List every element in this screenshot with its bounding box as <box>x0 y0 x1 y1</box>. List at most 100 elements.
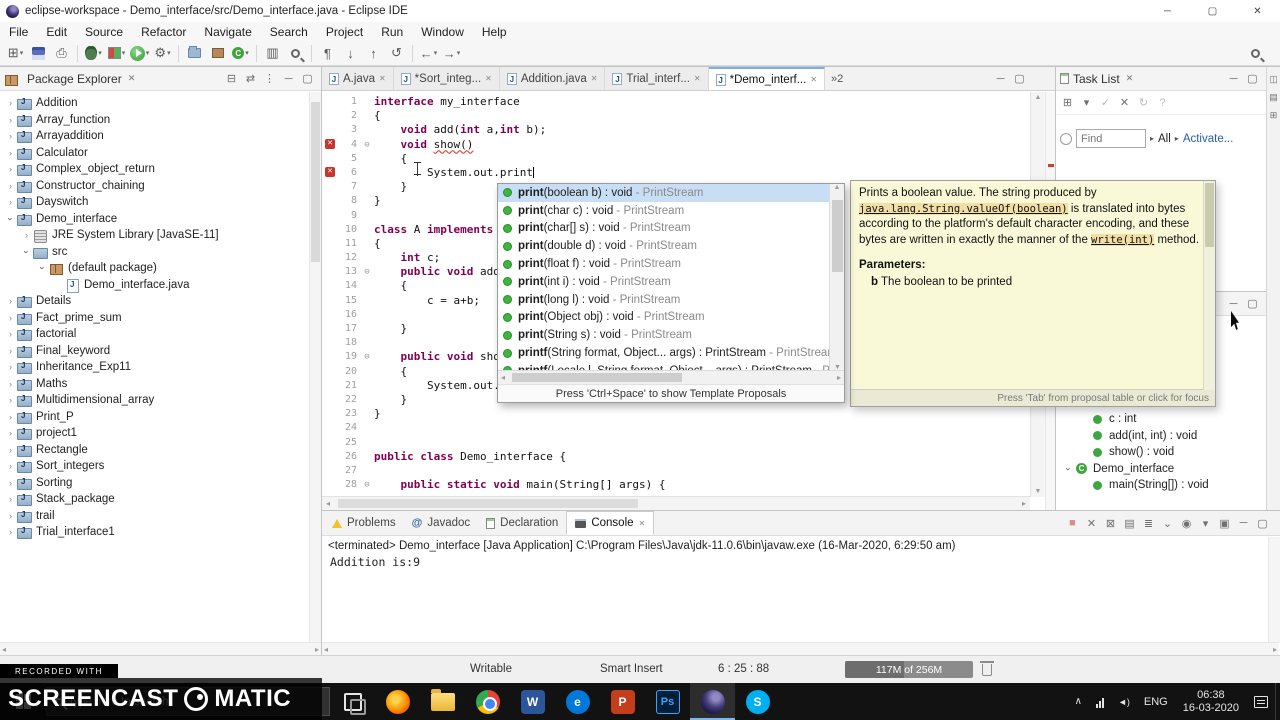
chevron-icon[interactable]: › <box>22 245 32 258</box>
close-icon[interactable]: ✕ <box>810 75 817 84</box>
menu-item-refactor[interactable]: Refactor <box>132 22 195 41</box>
help-icon[interactable]: ? <box>1153 94 1172 112</box>
tree-item-sort-integers[interactable]: ›Sort_integers <box>0 458 321 475</box>
run-icon[interactable]: ▾ <box>129 42 150 64</box>
new-task-dropdown-icon[interactable]: ▾ <box>1077 94 1096 112</box>
chevron-icon[interactable]: › <box>4 115 17 125</box>
link-with-editor-icon[interactable]: ⇄ <box>241 70 260 88</box>
pin-console-icon[interactable]: ◉ <box>1177 514 1196 532</box>
tree-item-array-function[interactable]: ›Array_function <box>0 112 321 129</box>
taskbar-firefox[interactable] <box>375 683 420 720</box>
tree-item-dayswitch[interactable]: ›Dayswitch <box>0 194 321 211</box>
tab-javadoc[interactable]: Javadoc <box>404 511 479 535</box>
completion-item[interactable]: print(char c) : void - PrintStream <box>498 202 829 220</box>
minimize-icon[interactable]: ─ <box>279 70 298 88</box>
find-input[interactable] <box>1076 129 1146 148</box>
new-task-icon[interactable]: ⊞ <box>1058 94 1077 112</box>
open-console-icon[interactable]: ▣ <box>1215 514 1234 532</box>
completion-item[interactable]: print(int i) : void - PrintStream <box>498 273 829 291</box>
tree-item-maths[interactable]: ›Maths <box>0 376 321 393</box>
chevron-icon[interactable]: › <box>4 428 17 438</box>
chevron-icon[interactable]: › <box>4 329 17 339</box>
run-external-tools-icon[interactable]: ⚙ ▾ <box>152 42 173 64</box>
tab-overflow[interactable]: »2 <box>825 73 849 85</box>
fold-icon[interactable]: ⊖ <box>360 265 374 279</box>
maximize-icon[interactable]: ▢ <box>1243 295 1262 313</box>
taskbar-word[interactable]: W <box>510 683 555 720</box>
code-line-24[interactable]: 24 <box>322 421 1055 435</box>
chevron-icon[interactable]: › <box>4 197 17 207</box>
remove-all-launches-icon[interactable]: ⊠ <box>1101 514 1120 532</box>
tree-item-inheritance-exp11[interactable]: ›Inheritance_Exp11 <box>0 359 321 376</box>
garbage-collect-icon[interactable] <box>980 661 994 676</box>
menu-item-file[interactable]: File <box>0 22 37 41</box>
tree-item-demo-interface[interactable]: ›Demo_interface <box>0 211 321 228</box>
javadoc-link-write[interactable]: write(int) <box>1091 233 1155 246</box>
outline-item-show-void[interactable]: show() : void <box>1056 444 1266 461</box>
chevron-icon[interactable]: › <box>4 98 17 108</box>
chevron-icon[interactable]: › <box>4 478 17 488</box>
tab-addition-java[interactable]: Addition.java✕ <box>499 67 606 90</box>
pkg-vertical-scrollbar[interactable] <box>309 92 321 643</box>
tab-console[interactable]: Console ✕ <box>566 511 655 535</box>
completion-item[interactable]: print(String s) : void - PrintStream <box>498 326 829 344</box>
chevron-icon[interactable]: › <box>4 379 17 389</box>
taskbar-file-explorer[interactable] <box>420 683 465 720</box>
code-line-3[interactable]: 3 void add(int a,int b); <box>322 123 1055 137</box>
menu-item-window[interactable]: Window <box>412 22 473 41</box>
code-line-23[interactable]: 23} <box>322 407 1055 421</box>
tree-item-constructor-chaining[interactable]: ›Constructor_chaining <box>0 178 321 195</box>
menu-item-navigate[interactable]: Navigate <box>195 22 260 41</box>
completion-vertical-scrollbar[interactable]: ▲ ▼ <box>829 184 844 371</box>
chevron-icon[interactable]: › <box>4 131 17 141</box>
tree-item-arrayaddition[interactable]: ›Arrayaddition <box>0 128 321 145</box>
network-icon[interactable] <box>1089 683 1111 720</box>
heap-status[interactable]: 117M of 256M <box>845 661 973 678</box>
fold-icon[interactable]: ⊖ <box>360 350 374 364</box>
code-line-25[interactable]: 25 <box>322 436 1055 450</box>
error-marker-icon[interactable] <box>322 138 338 152</box>
tree-item-multidimensional-array[interactable]: ›Multidimensional_array <box>0 392 321 409</box>
chevron-icon[interactable]: › <box>4 527 17 537</box>
display-selected-console-icon[interactable]: ▾ <box>1196 514 1215 532</box>
notification-center-icon[interactable] <box>1247 683 1275 720</box>
tree-item-sorting[interactable]: ›Sorting <box>0 475 321 492</box>
tree-item-calculator[interactable]: ›Calculator <box>0 145 321 162</box>
menu-item-edit[interactable]: Edit <box>37 22 76 41</box>
minimize-icon[interactable]: ─ <box>1224 295 1243 313</box>
error-marker-icon[interactable] <box>322 166 338 180</box>
tab-declaration[interactable]: Declaration <box>478 511 566 535</box>
completion-horizontal-scrollbar[interactable]: ◂ ▸ <box>498 370 844 385</box>
code-line-5[interactable]: 5 { <box>322 152 1055 166</box>
synchronize-icon[interactable]: ↻ <box>1134 94 1153 112</box>
coverage-icon[interactable]: ▾ <box>106 42 127 64</box>
chevron-icon[interactable]: › <box>4 313 17 323</box>
tree-item-jre-system-library-javase-11[interactable]: › JRE System Library [JavaSE-11] <box>0 227 321 244</box>
back-icon[interactable]: ← ▾ <box>418 42 439 64</box>
chevron-icon[interactable]: › <box>4 412 17 422</box>
console-horizontal-scrollbar[interactable]: ◂ ▸ <box>322 642 1279 655</box>
close-icon[interactable]: ✕ <box>128 73 136 84</box>
taskbar-eclipse[interactable] <box>690 683 735 720</box>
taskbar-photoshop[interactable]: Ps <box>645 683 690 720</box>
chevron-icon[interactable]: › <box>4 395 17 405</box>
completion-item[interactable]: printf(String format, Object... args) : … <box>498 344 829 362</box>
menu-item-help[interactable]: Help <box>473 22 516 41</box>
close-icon[interactable]: ✕ <box>1126 73 1134 84</box>
window-close-button[interactable]: ✕ <box>1235 0 1280 22</box>
chevron-icon[interactable]: › <box>4 181 17 191</box>
taskbar-skype[interactable]: S <box>735 683 780 720</box>
chevron-icon[interactable]: › <box>4 148 17 158</box>
last-edit-location-icon[interactable]: ↺ <box>386 42 407 64</box>
completion-item[interactable]: print(long l) : void - PrintStream <box>498 291 829 309</box>
tab-a-java[interactable]: A.java✕ <box>322 67 394 90</box>
chevron-icon[interactable]: › <box>6 212 16 225</box>
menu-item-project[interactable]: Project <box>317 22 372 41</box>
open-task-icon[interactable]: ▥ <box>262 42 283 64</box>
activate-link[interactable]: Activate... <box>1183 133 1234 145</box>
new-package-icon[interactable] <box>207 42 228 64</box>
volume-icon[interactable]: ◄) <box>1111 683 1137 720</box>
tray-expand-icon[interactable]: ∧ <box>1068 683 1089 720</box>
chevron-icon[interactable]: › <box>38 262 48 275</box>
terminate-icon[interactable]: ■ <box>1063 514 1082 532</box>
